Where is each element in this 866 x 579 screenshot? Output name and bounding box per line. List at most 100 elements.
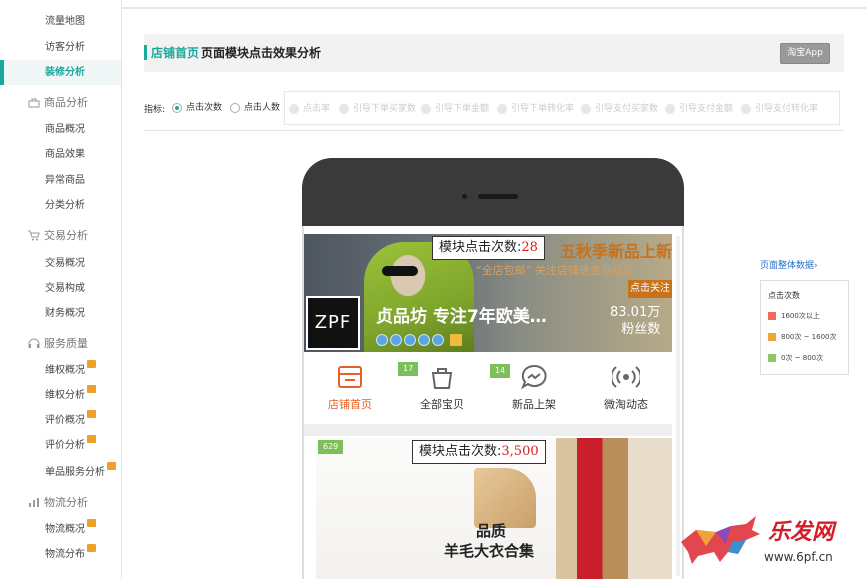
disabled-metric-options: 点击率 引导下单买家数 引导下单金额 引导下单转化率 引导支付买家数 引导支付金… [284,91,840,125]
sidebar-item-product-effect[interactable]: 商品效果 [0,142,121,167]
radio-click-users[interactable]: 点击人数 [230,100,280,113]
legend-row-high: 1600次以上 [768,311,820,321]
divider [144,130,844,131]
sidebar-item-product-overview[interactable]: 商品概况 [0,117,121,142]
banner-click-value: 28 [521,240,538,255]
sidebar-item-visitor-analysis[interactable]: 访客分析 [0,35,121,60]
cart-icon [28,230,40,241]
sidebar-item-traffic-map[interactable]: 流量地图 [0,9,121,34]
product-heading-line1: 品质 [476,522,507,540]
sidebar-item-decoration-analysis[interactable]: 装修分析 [0,60,121,85]
shop-logo: ZPF [306,296,360,350]
nav-click-tag: 14 [490,364,511,378]
radio-disabled-icon [421,103,431,114]
radio-click-count[interactable]: 点击次数 [172,100,222,113]
sidebar-item-review-overview[interactable]: 评价概况 [0,408,121,433]
banner-model-glasses [382,266,418,276]
watermark-text: 乐发网 [768,520,835,545]
sidebar-item-cut [0,0,121,8]
coats-image [556,438,672,579]
credit-icon [376,334,388,346]
sidebar-item-abnormal-product[interactable]: 异常商品 [0,168,121,193]
nav-shop-home[interactable]: 店铺首页 [304,364,396,412]
fans-label: 粉丝数 [621,322,661,337]
taobao-app-button[interactable]: 淘宝App [780,43,830,64]
credit-icon [432,334,444,346]
radio-disabled-icon [741,103,751,114]
page-title: 页面模块点击效果分析 [201,46,322,60]
sidebar-item-trade-composition[interactable]: 交易构成 [0,276,121,301]
phone-speaker [478,194,518,199]
sidebar-item-rights-overview[interactable]: 维权概况 [0,358,121,383]
radio-disabled-icon [665,103,675,114]
sidebar-item-category-analysis[interactable]: 分类分析 [0,193,121,218]
sidebar-item-trade-overview[interactable]: 交易概况 [0,251,121,276]
sidebar-item-logistics-distribution[interactable]: 物流分布 [0,542,121,567]
sidebar-item-rights-analysis[interactable]: 维权分析 [0,383,121,408]
fans-count: 83.01万 粉丝数 [610,304,660,338]
bull-logo-icon [681,516,760,564]
option-click-rate: 点击率 [289,101,330,114]
sidebar-group-trade[interactable]: 交易分析 [0,223,121,249]
page-header: 店铺首页 页面模块点击效果分析 淘宝App [144,34,844,72]
bag-icon [28,98,40,108]
screenshot-root: 流量地图 访客分析 装修分析 商品分析 商品概况 商品效果 异常商品 分类分析 … [0,0,866,579]
new-badge [107,462,116,470]
divider [122,7,866,9]
bar-chart-icon [29,498,39,507]
legend-swatch [768,354,776,362]
sidebar-group-logistics[interactable]: 物流分析 [0,490,121,516]
legend-row-mid: 800次 ~ 1600次 [768,332,837,342]
module-click-tag: 629 [318,440,344,454]
phone-camera [462,194,467,199]
bag-icon [431,368,453,389]
shop-banner-module[interactable]: 五秋季新品上新 “全店包邮” 关注店铺送会员福分 点击关注 ZPF 贞品坊 专注… [304,234,672,352]
banner-promo-subtitle: “全店包邮” 关注店铺送会员福分 [476,264,634,277]
sidebar-item-finance-overview[interactable]: 财务概况 [0,301,121,326]
overall-data-link[interactable]: 页面整体数据› [760,258,818,271]
breadcrumb-shop-home[interactable]: 店铺首页 [151,44,199,61]
new-badge [87,410,96,418]
nav-click-tag: 17 [398,362,419,376]
headset-icon [28,338,40,348]
product-click-value: 3,500 [501,444,539,459]
product-heading-line2: 羊毛大衣合集 [444,542,535,560]
sidebar-item-review-analysis[interactable]: 评价分析 [0,433,121,458]
shop-icon [338,366,362,388]
shop-nav-bar: 店铺首页 全部宝贝 新品上架 微淘动态 17 14 [304,354,672,424]
credit-icon [390,334,402,346]
sidebar-group-product[interactable]: 商品分析 [0,90,121,116]
legend-row-low: 0次 ~ 800次 [768,353,823,363]
option-order-conversion: 引导下单转化率 [497,101,574,114]
module-gap [304,424,672,436]
message-icon [520,364,547,390]
shop-level-icon [450,334,462,346]
watermark-url: www.6pf.cn [764,550,833,564]
metric-label: 指标: [144,105,166,115]
new-badge [87,519,96,527]
sidebar-item-logistics-overview[interactable]: 物流概况 [0,517,121,542]
credit-icon [404,334,416,346]
radio-unchecked-icon [230,102,240,113]
sidebar-group-service[interactable]: 服务质量 [0,331,121,357]
sidebar: 流量地图 访客分析 装修分析 商品分析 商品概况 商品效果 异常商品 分类分析 … [0,0,122,579]
phone-screen: 五秋季新品上新 “全店包邮” 关注店铺送会员福分 点击关注 ZPF 贞品坊 专注… [302,226,684,579]
sidebar-item-single-product-service[interactable]: 单品服务分析 [0,460,121,485]
option-pay-amount: 引导支付金额 [665,101,733,114]
radio-disabled-icon [497,103,507,114]
radio-disabled-icon [581,103,591,114]
watermark: 乐发网 www.6pf.cn [676,512,856,574]
shop-credit-badges [376,331,462,346]
main-panel: 店铺首页 页面模块点击效果分析 淘宝App 指标: 点击次数 点击人数 点击率 … [122,0,866,579]
follow-button[interactable]: 点击关注 [628,280,672,298]
heatmap-legend: 点击次数 1600次以上 800次 ~ 1600次 0次 ~ 800次 [760,280,849,375]
nav-weitao-feed[interactable]: 微淘动态 [580,364,672,412]
phone-frame-top [302,158,684,226]
shop-name: 贞品坊 专注7年欧美… [376,307,547,327]
option-pay-buyers: 引导支付买家数 [581,101,658,114]
option-order-buyers: 引导下单买家数 [339,101,416,114]
wool-fabric-image [474,468,536,528]
legend-swatch [768,312,776,320]
radio-checked-icon [172,102,182,113]
metric-selector: 指标: 点击次数 点击人数 点击率 引导下单买家数 引导下单金额 引导下单转化率… [144,91,844,125]
